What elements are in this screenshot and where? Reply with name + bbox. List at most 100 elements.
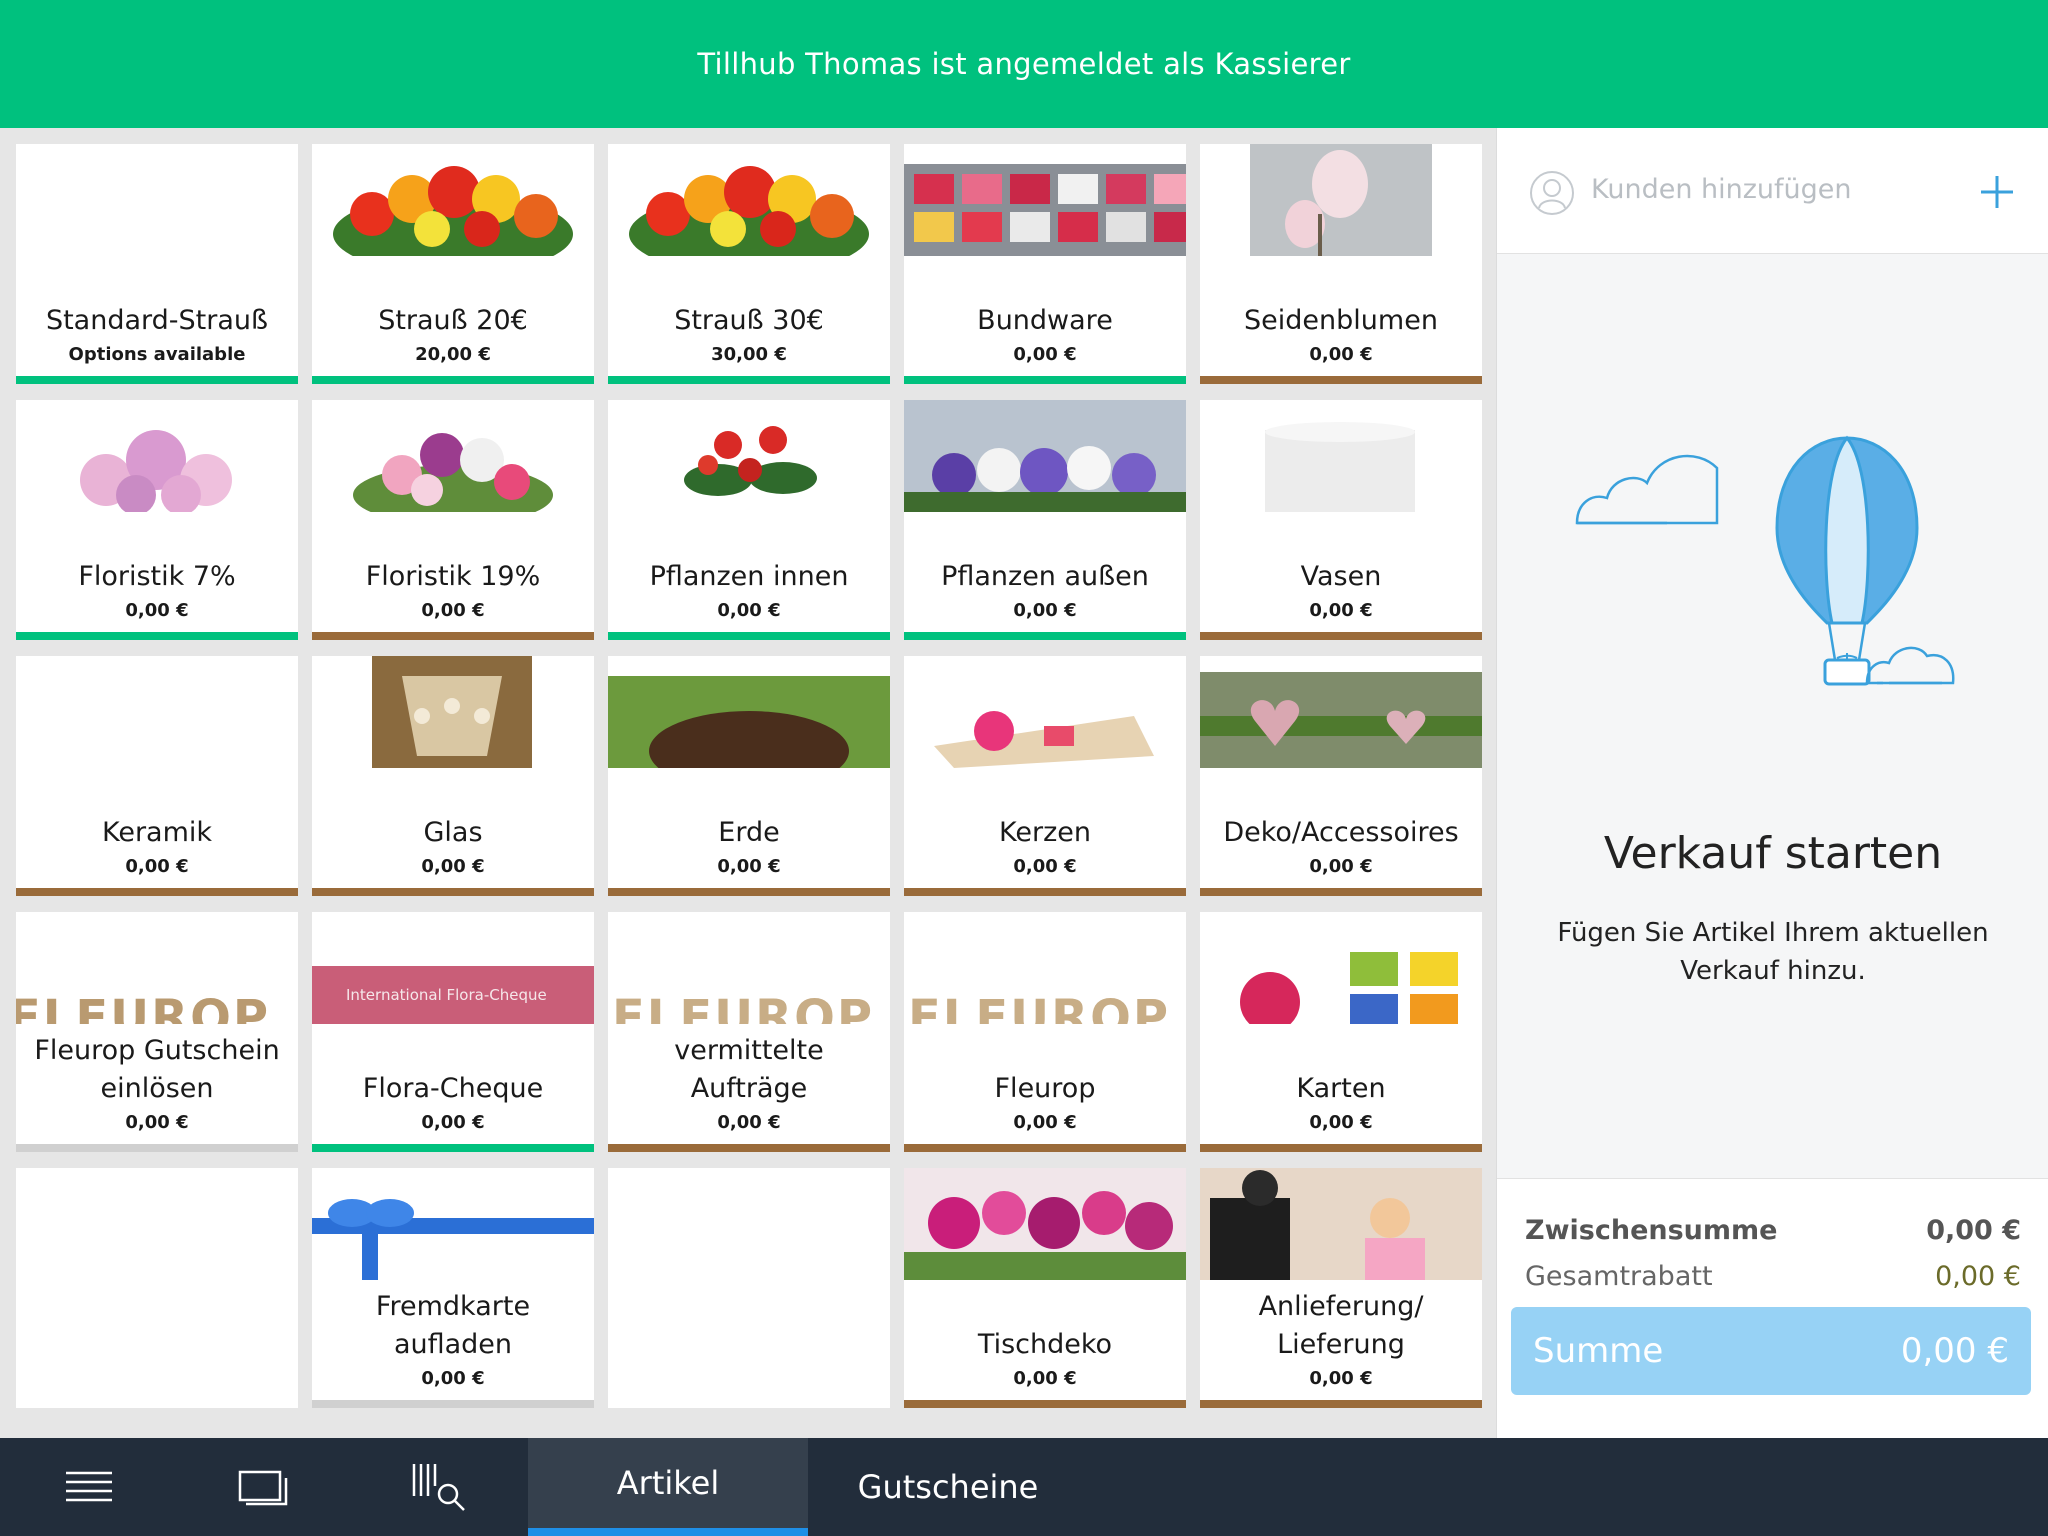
tile-price: 0,00 € — [717, 1112, 781, 1133]
tile-strauss-30[interactable]: Strauß 30€ 30,00 € — [608, 144, 890, 384]
tile-kerzen[interactable]: Kerzen 0,00 € — [904, 656, 1186, 896]
fleurop-logo-image: FLEUROP — [904, 912, 1186, 1024]
tile-price: 0,00 € — [1309, 1112, 1373, 1133]
screens-icon[interactable] — [238, 1468, 290, 1508]
tile-fleurop-gutschein[interactable]: FLEUROP Fleurop Gutschein einlösen 0,00 … — [16, 912, 298, 1152]
sale-panel: Kunden hinzufügen Verkauf starten Fügen … — [1496, 128, 2048, 1438]
barcode-search-icon[interactable] — [410, 1462, 468, 1512]
tile-price: 0,00 € — [1309, 856, 1373, 877]
empty-state-subtitle: Fügen Sie Artikel Ihrem aktuellen Verkau… — [1557, 918, 1989, 986]
tab-artikel[interactable]: Artikel — [528, 1438, 808, 1536]
tile-floristik-19[interactable]: Floristik 19% 0,00 € — [312, 400, 594, 640]
tile-vermittelte-auftraege[interactable]: FLEUROP vermittelte Aufträge 0,00 € — [608, 912, 890, 1152]
tile-name: Fleurop — [994, 1073, 1096, 1104]
flora-cheque-logo-text: International Flora-Cheque — [346, 986, 547, 1004]
plus-icon[interactable] — [1977, 172, 2017, 212]
tile-name: Pflanzen innen — [649, 561, 849, 592]
tile-price: 0,00 € — [1309, 600, 1373, 621]
tile-price: 0,00 € — [125, 1112, 189, 1133]
menu-icon[interactable] — [66, 1470, 112, 1504]
tile-name: Floristik 19% — [365, 561, 541, 592]
tile-name: vermittelte Aufträge — [674, 1035, 824, 1104]
subtotal-row: Zwischensumme 0,00 € — [1525, 1215, 2021, 1246]
tab-gutscheine-label: Gutscheine — [857, 1468, 1039, 1506]
tile-name: Standard-Strauß — [45, 305, 269, 336]
candle-box-image — [934, 711, 1154, 768]
tile-glas[interactable]: Glas 0,00 € — [312, 656, 594, 896]
tile-name: Glas — [423, 817, 483, 848]
checkout-sum-button[interactable]: Summe 0,00 € — [1511, 1307, 2031, 1395]
tile-price: 30,00 € — [711, 344, 787, 365]
tile-price: 0,00 € — [1309, 1368, 1373, 1389]
tile-fremdkarte-aufladen[interactable]: Fremdkarte aufladen 0,00 € — [312, 1168, 594, 1408]
tile-name: Strauß 20€ — [378, 305, 528, 336]
tile-price: 0,00 € — [421, 600, 485, 621]
tile-name: Seidenblumen — [1244, 305, 1438, 336]
tile-deko-accessoires[interactable]: Deko/Accessoires 0,00 € — [1200, 656, 1482, 896]
tile-floristik-7[interactable]: Floristik 7% 0,00 € — [16, 400, 298, 640]
fleurop-logo-text: FLEUROP — [908, 990, 1171, 1024]
tile-name: Floristik 7% — [78, 561, 236, 592]
glass-vase-image — [1265, 422, 1415, 512]
outdoor-flowers-image — [904, 400, 1186, 512]
tile-standard-strauss[interactable]: Standard-Strauß Options available — [16, 144, 298, 384]
empty-state-title: Verkauf starten — [1603, 828, 1943, 879]
discount-label: Gesamtrabatt — [1525, 1261, 1713, 1292]
red-plant-image — [684, 426, 817, 496]
sum-label: Summe — [1533, 1331, 1664, 1371]
flowers-bouquet-image — [333, 166, 573, 256]
fleurop-logo-image: FLEUROP — [608, 912, 890, 1024]
delivery-people-image — [1200, 1168, 1482, 1280]
tile-vasen[interactable]: Vasen 0,00 € — [1200, 400, 1482, 640]
article-grid: Standard-Strauß Options available Strauß… — [0, 128, 1496, 1438]
tile-price: 0,00 € — [1013, 1368, 1077, 1389]
discount-value: 0,00 € — [1935, 1261, 2021, 1292]
tile-flora-cheque[interactable]: International Flora-Cheque Flora-Cheque … — [312, 912, 594, 1152]
tile-price: 20,00 € — [415, 344, 491, 365]
tile-name: Kerzen — [999, 817, 1091, 848]
tile-options: Options available — [68, 344, 246, 365]
tile-name: Fleurop Gutschein einlösen — [34, 1035, 280, 1104]
subtotal-label: Zwischensumme — [1525, 1215, 1778, 1246]
tile-anlieferung-lieferung[interactable]: Anlieferung/ Lieferung 0,00 € — [1200, 1168, 1482, 1408]
tile-keramik[interactable]: Keramik 0,00 € — [16, 656, 298, 896]
add-customer-label[interactable]: Kunden hinzufügen — [1591, 174, 1852, 205]
tile-price: 0,00 € — [1013, 344, 1077, 365]
tile-name: Tischdeko — [977, 1329, 1113, 1360]
tile-karten[interactable]: Karten 0,00 € — [1200, 912, 1482, 1152]
subtotal-value: 0,00 € — [1926, 1215, 2021, 1246]
tile-pflanzen-aussen[interactable]: Pflanzen außen 0,00 € — [904, 400, 1186, 640]
tile-bundware[interactable]: Bundware 0,00 € — [904, 144, 1186, 384]
tab-artikel-label: Artikel — [616, 1464, 720, 1502]
tile-name: Anlieferung/ Lieferung — [1258, 1291, 1424, 1360]
tile-empty[interactable] — [16, 1168, 298, 1408]
tab-gutscheine[interactable]: Gutscheine — [808, 1438, 1088, 1536]
tile-price: 0,00 € — [421, 1112, 485, 1133]
tile-name: Karten — [1296, 1073, 1386, 1104]
tile-price: 0,00 € — [125, 600, 189, 621]
totals-section: Zwischensumme 0,00 € Gesamtrabatt 0,00 €… — [1497, 1178, 2048, 1438]
top-header: Tillhub Thomas ist angemeldet als Kassie… — [0, 0, 2048, 128]
table-flowers-image — [904, 1168, 1186, 1280]
tile-price: 0,00 € — [717, 600, 781, 621]
tile-name: Bundware — [977, 305, 1113, 336]
cards-image — [1240, 952, 1458, 1024]
tile-empty[interactable] — [608, 1168, 890, 1408]
chandelier-image — [372, 656, 532, 768]
tile-tischdeko[interactable]: Tischdeko 0,00 € — [904, 1168, 1186, 1408]
add-customer-row[interactable]: Kunden hinzufügen — [1497, 128, 2048, 254]
tile-strauss-20[interactable]: Strauß 20€ 20,00 € — [312, 144, 594, 384]
tile-fleurop[interactable]: FLEUROP Fleurop 0,00 € — [904, 912, 1186, 1152]
tile-name: Keramik — [101, 817, 213, 848]
tile-erde[interactable]: Erde 0,00 € — [608, 656, 890, 896]
fleurop-logo-image: FLEUROP — [16, 912, 298, 1024]
gift-ribbon-image — [312, 1199, 594, 1280]
tile-price: 0,00 € — [421, 856, 485, 877]
discount-row[interactable]: Gesamtrabatt 0,00 € — [1525, 1261, 2021, 1292]
flowers-bouquet-image — [629, 166, 869, 256]
tile-name: Pflanzen außen — [941, 561, 1149, 592]
sum-value: 0,00 € — [1900, 1331, 2009, 1371]
tile-seidenblumen[interactable]: Seidenblumen 0,00 € — [1200, 144, 1482, 384]
pink-bouquet-image — [80, 430, 232, 512]
tile-pflanzen-innen[interactable]: Pflanzen innen 0,00 € — [608, 400, 890, 640]
